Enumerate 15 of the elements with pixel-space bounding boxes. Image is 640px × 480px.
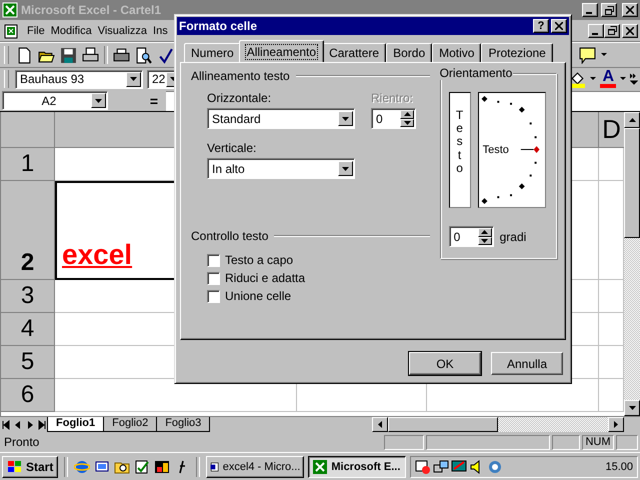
num-lock-indicator: NUM: [582, 434, 614, 450]
degrees-label: gradi: [500, 230, 526, 244]
field-label: Rientro:: [371, 91, 414, 105]
group-title: Controllo testo: [191, 229, 268, 243]
equals-sign: =: [148, 92, 159, 108]
group-title: Orientamento: [440, 66, 514, 80]
field-label: Orizzontale:: [207, 91, 272, 105]
group-title: Allineamento testo: [191, 69, 290, 83]
status-text: Pronto: [4, 435, 40, 449]
window-title: Microsoft Excel - Cartel1: [21, 3, 162, 17]
dial-text: Testo: [482, 144, 509, 156]
cell-text: excel: [61, 240, 132, 272]
clock: 15.00: [605, 460, 633, 472]
field-label: Verticale:: [207, 141, 258, 155]
dialog-title: Formato celle: [179, 19, 258, 33]
